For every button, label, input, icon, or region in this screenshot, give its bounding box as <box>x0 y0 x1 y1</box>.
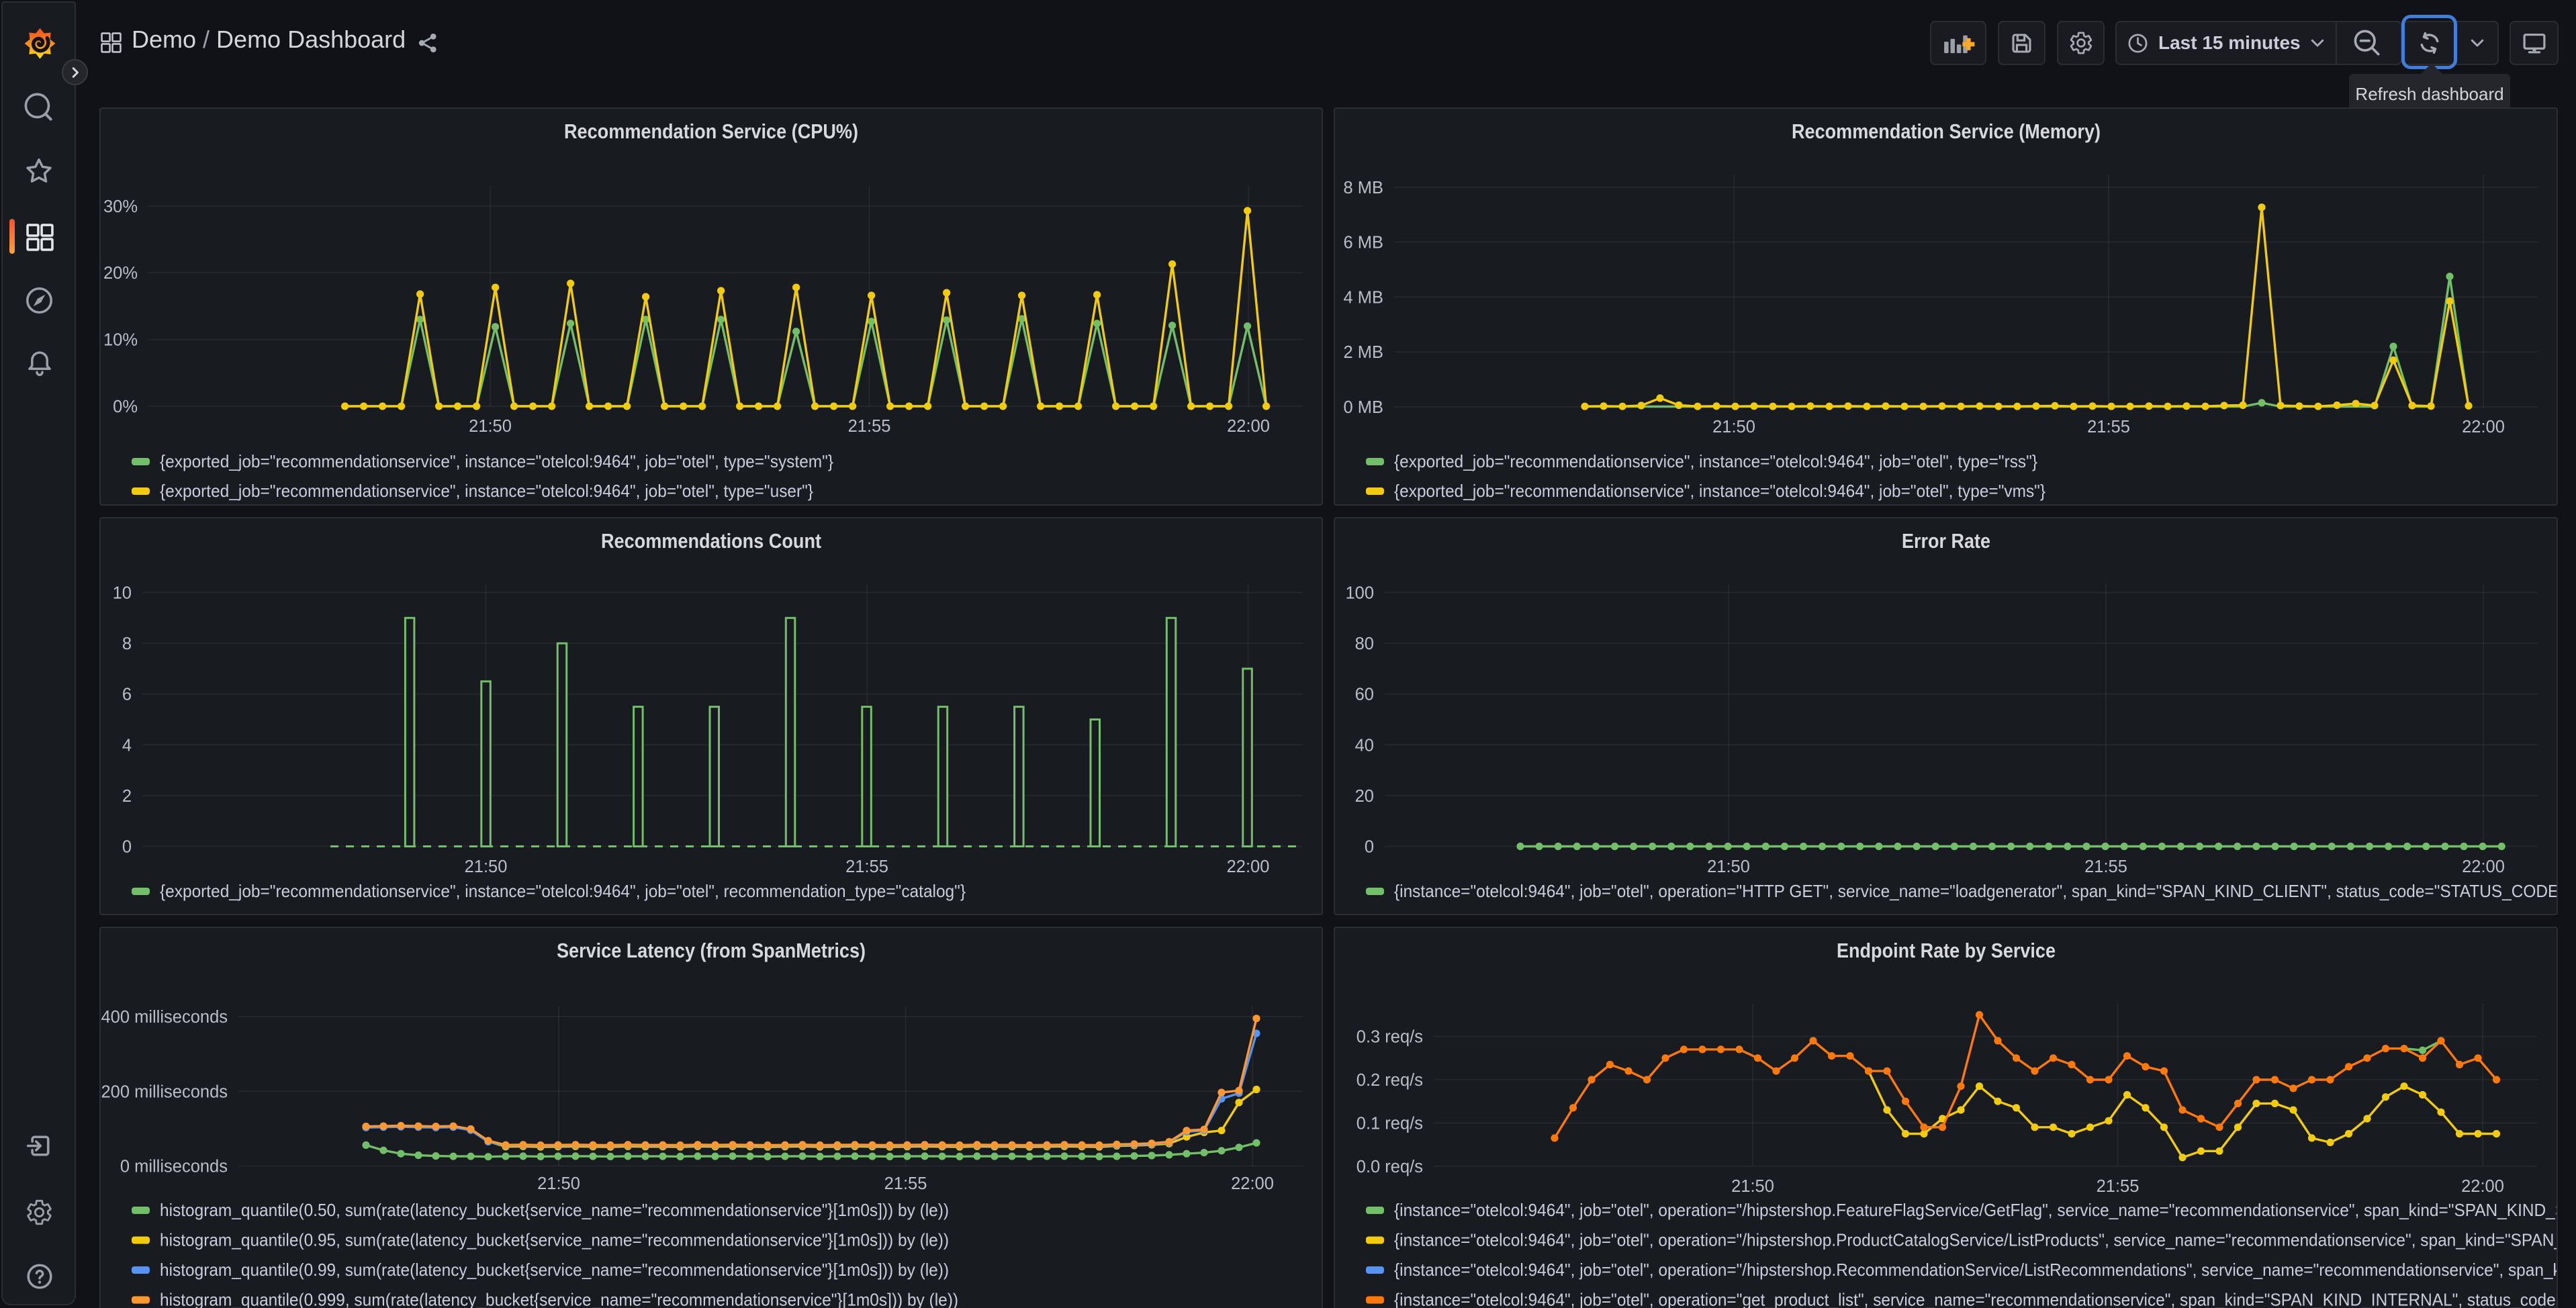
svg-text:100: 100 <box>1345 583 1374 602</box>
svg-text:0%: 0% <box>113 398 138 416</box>
svg-text:21:55: 21:55 <box>2084 857 2127 876</box>
svg-text:0 milliseconds: 0 milliseconds <box>120 1157 228 1176</box>
svg-text:21:50: 21:50 <box>469 417 512 436</box>
svg-text:4: 4 <box>122 736 132 755</box>
svg-text:21:55: 21:55 <box>884 1174 927 1193</box>
svg-text:0: 0 <box>122 837 132 856</box>
svg-text:60: 60 <box>1355 685 1374 704</box>
svg-text:21:55: 21:55 <box>2087 418 2130 436</box>
svg-text:22:00: 22:00 <box>2462 418 2505 436</box>
svg-text:{exported_job="recommendations: {exported_job="recommendationservice", i… <box>1394 451 2037 471</box>
svg-text:21:50: 21:50 <box>1731 1177 1774 1196</box>
svg-text:histogram_quantile(0.999, sum(: histogram_quantile(0.999, sum(rate(laten… <box>160 1289 958 1308</box>
svg-text:{exported_job="recommendations: {exported_job="recommendationservice", i… <box>160 481 813 501</box>
svg-text:Service Latency (from SpanMetr: Service Latency (from SpanMetrics) <box>557 939 866 962</box>
svg-text:22:00: 22:00 <box>1227 417 1270 436</box>
svg-text:histogram_quantile(0.50, sum(r: histogram_quantile(0.50, sum(rate(latenc… <box>160 1200 949 1220</box>
svg-text:{exported_job="recommendations: {exported_job="recommendationservice", i… <box>160 881 966 901</box>
svg-text:400 milliseconds: 400 milliseconds <box>101 1008 228 1027</box>
svg-text:0.0 req/s: 0.0 req/s <box>1356 1157 1423 1176</box>
svg-text:22:00: 22:00 <box>2462 857 2505 876</box>
svg-text:22:00: 22:00 <box>1227 857 1270 876</box>
svg-text:10: 10 <box>113 583 132 602</box>
svg-text:{instance="otelcol:9464", job=: {instance="otelcol:9464", job="otel", op… <box>1394 1200 2558 1220</box>
svg-text:6: 6 <box>122 685 132 704</box>
svg-text:21:50: 21:50 <box>537 1174 580 1193</box>
svg-text:21:50: 21:50 <box>465 857 508 876</box>
svg-text:{exported_job="recommendations: {exported_job="recommendationservice", i… <box>1394 481 2045 501</box>
svg-text:22:00: 22:00 <box>1231 1174 1274 1193</box>
svg-text:Endpoint Rate by Service: Endpoint Rate by Service <box>1837 939 2056 962</box>
svg-text:Error Rate: Error Rate <box>1902 529 1990 553</box>
svg-text:2 MB: 2 MB <box>1343 343 1383 362</box>
svg-text:{instance="otelcol:9464", job=: {instance="otelcol:9464", job="otel", op… <box>1394 1260 2558 1280</box>
svg-text:0.1 req/s: 0.1 req/s <box>1356 1114 1423 1133</box>
svg-text:21:50: 21:50 <box>1712 418 1755 436</box>
svg-text:200 milliseconds: 200 milliseconds <box>101 1082 228 1101</box>
svg-text:80: 80 <box>1355 635 1374 653</box>
svg-text:0.3 req/s: 0.3 req/s <box>1356 1027 1423 1046</box>
svg-text:4 MB: 4 MB <box>1343 288 1383 307</box>
svg-text:21:55: 21:55 <box>2097 1177 2140 1196</box>
svg-text:histogram_quantile(0.95, sum(r: histogram_quantile(0.95, sum(rate(latenc… <box>160 1229 949 1250</box>
svg-text:6 MB: 6 MB <box>1343 233 1383 252</box>
svg-text:2: 2 <box>122 786 132 805</box>
svg-text:Recommendation Service (CPU%): Recommendation Service (CPU%) <box>564 120 858 143</box>
svg-text:{instance="otelcol:9464", job=: {instance="otelcol:9464", job="otel", op… <box>1394 1229 2558 1250</box>
svg-text:30%: 30% <box>103 197 138 216</box>
svg-text:0: 0 <box>1365 837 1374 856</box>
svg-text:{instance="otelcol:9464", job=: {instance="otelcol:9464", job="otel", op… <box>1394 1289 2558 1308</box>
svg-text:{exported_job="recommendations: {exported_job="recommendationservice", i… <box>160 451 833 471</box>
svg-text:22:00: 22:00 <box>2461 1177 2504 1196</box>
svg-text:21:55: 21:55 <box>845 857 888 876</box>
svg-text:21:50: 21:50 <box>1707 857 1750 876</box>
svg-text:21:55: 21:55 <box>848 417 891 436</box>
svg-text:0.2 req/s: 0.2 req/s <box>1356 1071 1423 1090</box>
svg-text:8: 8 <box>122 635 132 653</box>
svg-text:histogram_quantile(0.99, sum(r: histogram_quantile(0.99, sum(rate(latenc… <box>160 1260 949 1280</box>
svg-text:{instance="otelcol:9464", job=: {instance="otelcol:9464", job="otel", op… <box>1394 881 2558 901</box>
svg-text:0 MB: 0 MB <box>1343 398 1383 417</box>
svg-text:20: 20 <box>1355 786 1374 805</box>
svg-text:Recommendation Service (Memory: Recommendation Service (Memory) <box>1792 120 2101 143</box>
svg-text:40: 40 <box>1355 736 1374 755</box>
svg-text:20%: 20% <box>103 264 138 283</box>
svg-text:10%: 10% <box>103 330 138 349</box>
svg-text:Recommendations Count: Recommendations Count <box>601 529 821 553</box>
svg-text:8 MB: 8 MB <box>1343 178 1383 197</box>
